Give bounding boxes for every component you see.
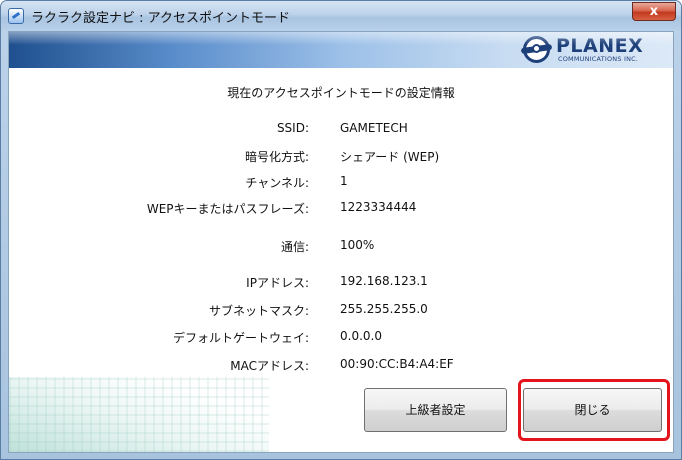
channel-value: 1 (340, 174, 348, 188)
signal-label: 通信: (280, 240, 309, 254)
gateway-value: 0.0.0.0 (340, 329, 382, 343)
planex-logo: PLANEX COMMUNICATIONS INC. (523, 35, 663, 65)
key-label: WEPキーまたはパスフレーズ: (146, 202, 309, 216)
signal-value: 100% (340, 238, 375, 252)
key-value: 1223334444 (340, 200, 417, 214)
encryption-label: 暗号化方式: (244, 150, 309, 164)
ip-value: 192.168.123.1 (340, 274, 428, 288)
window-title: ラクラク設定ナビ : アクセスポイントモード (31, 11, 290, 26)
gateway-label: デフォルトゲートウェイ: (172, 331, 309, 345)
decorative-pattern (9, 377, 269, 452)
subnet-value: 255.255.255.0 (340, 302, 428, 316)
dialog-content: PLANEX COMMUNICATIONS INC. 現在のアクセスポイントモー… (8, 31, 674, 453)
channel-label: チャンネル: (245, 176, 309, 190)
mac-value: 00:90:CC:B4:A4:EF (340, 357, 454, 371)
page-heading: 現在のアクセスポイントモードの設定情報 (227, 86, 455, 100)
planex-globe-icon (523, 36, 550, 63)
mac-label: MACアドレス: (230, 359, 309, 373)
ip-label: IPアドレス: (246, 276, 309, 290)
window-close-button[interactable]: x (632, 2, 676, 21)
subnet-label: サブネットマスク: (208, 304, 309, 318)
brand-name: PLANEX (556, 35, 644, 57)
header-banner: PLANEX COMMUNICATIONS INC. (9, 32, 673, 68)
advanced-settings-button[interactable]: 上級者設定 (364, 388, 507, 432)
close-button[interactable]: 閉じる (523, 388, 662, 432)
brand-subtitle: COMMUNICATIONS INC. (558, 55, 639, 63)
ssid-label: SSID: (276, 121, 309, 135)
app-icon (8, 8, 24, 24)
dialog-window: ラクラク設定ナビ : アクセスポイントモード x PLANEX COMMUNIC… (0, 0, 682, 460)
title-bar[interactable]: ラクラク設定ナビ : アクセスポイントモード x (1, 1, 681, 31)
encryption-value: シェアード (WEP) (340, 150, 440, 164)
ssid-value: GAMETECH (340, 121, 408, 135)
